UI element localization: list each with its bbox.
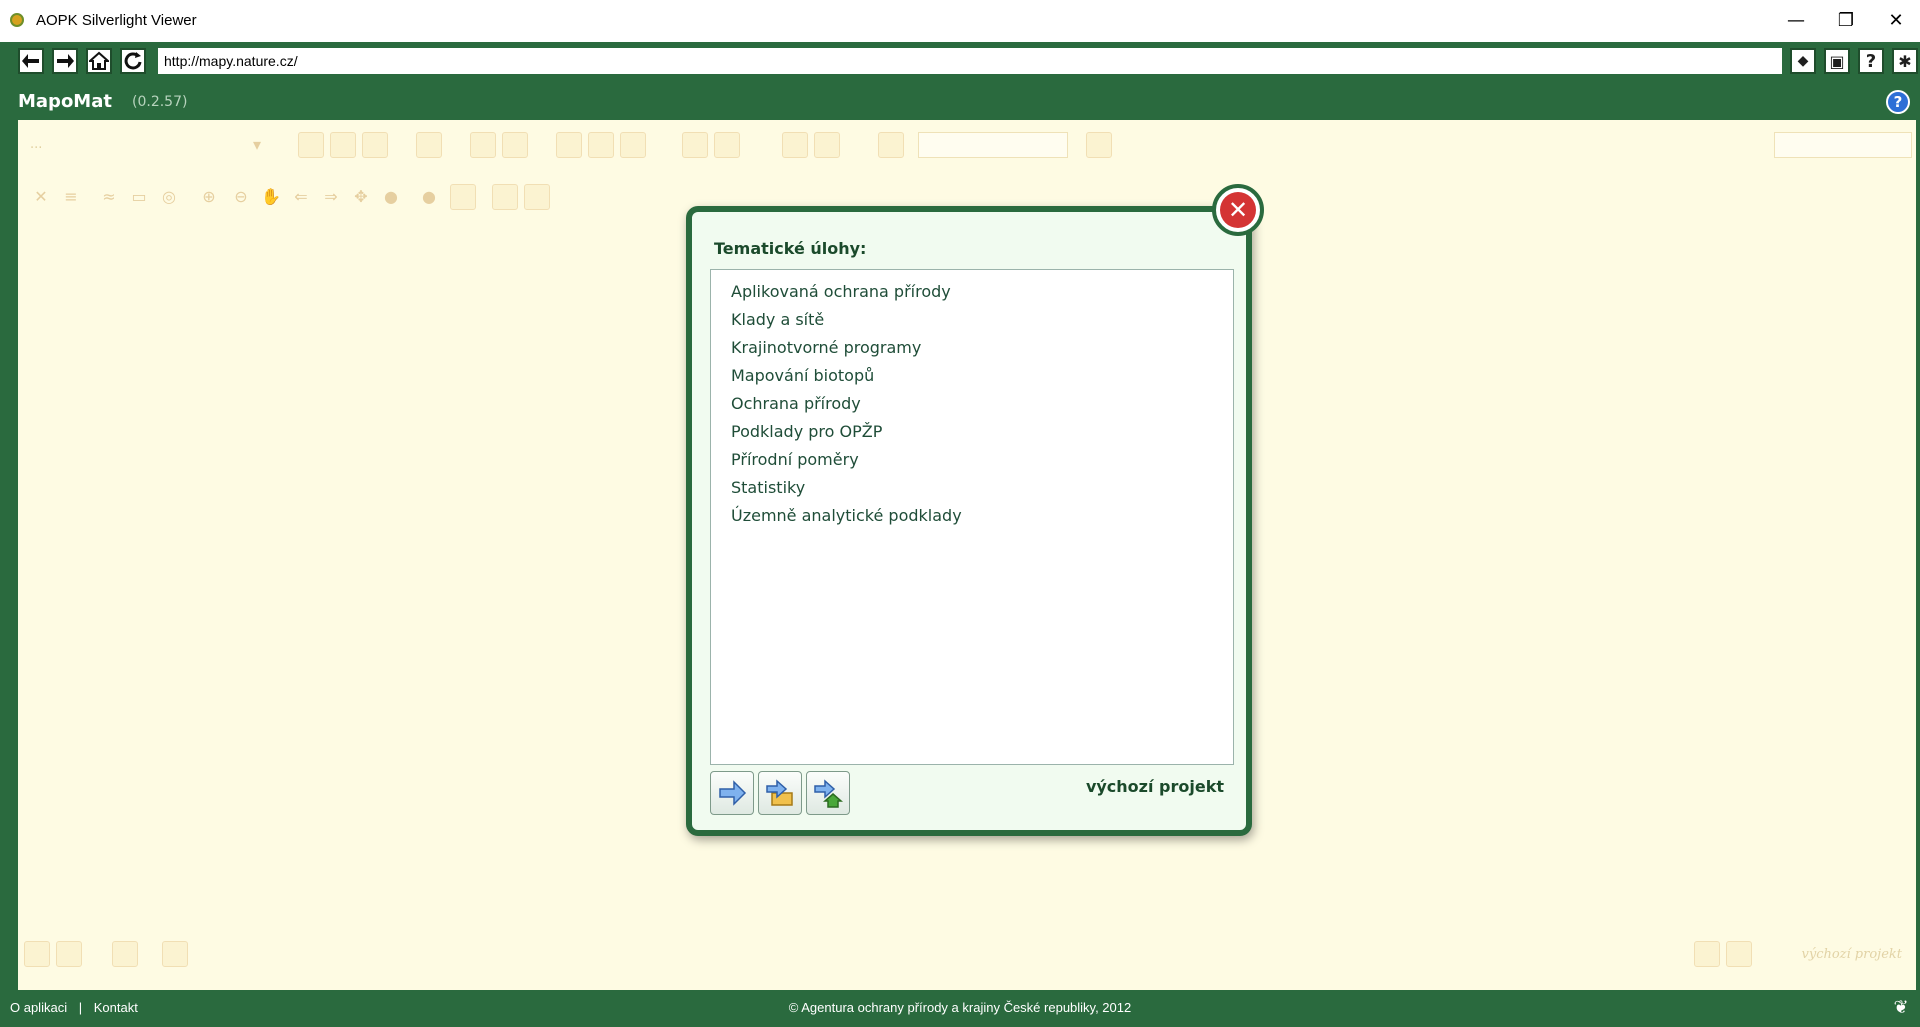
open-project-file-button[interactable]: [758, 771, 802, 815]
list-item[interactable]: Ochrana přírody: [711, 390, 1233, 418]
refresh-button[interactable]: [120, 48, 146, 74]
tool-icon: ≈: [102, 187, 116, 206]
tool-button[interactable]: [682, 132, 708, 158]
list-item[interactable]: Podklady pro OPŽP: [711, 418, 1233, 446]
map-toolbar-top: ... ▾: [18, 124, 1916, 162]
thematic-tasks-dialog: ✕ Tematické úlohy: Aplikovaná ochrana př…: [686, 184, 1264, 836]
tool-button[interactable]: [24, 941, 50, 967]
list-icon: ≡: [64, 187, 78, 206]
shp-tool-button[interactable]: [416, 132, 442, 158]
layer-select[interactable]: ...: [18, 132, 268, 158]
home-icon: [89, 51, 109, 70]
tool-button[interactable]: [502, 132, 528, 158]
minimize-button[interactable]: —: [1776, 6, 1816, 36]
window-close-button[interactable]: ✕: [1876, 6, 1916, 36]
settings-button[interactable]: ✱: [1892, 48, 1918, 74]
tool-button[interactable]: [714, 132, 740, 158]
arrow-left-icon: [22, 54, 39, 68]
list-item[interactable]: Územně analytické podklady: [711, 502, 1233, 530]
fullscreen-button[interactable]: ▣: [1824, 48, 1850, 74]
tool-button[interactable]: [878, 132, 904, 158]
pointer-icon: ◆: [1797, 53, 1809, 69]
tool-button[interactable]: [588, 132, 614, 158]
app-header: MapoMat (0.2.57) ?: [0, 84, 1920, 120]
close-icon: ✕: [1220, 192, 1256, 228]
scale-select[interactable]: [1774, 132, 1912, 158]
refresh-icon: [124, 52, 142, 70]
tool-button[interactable]: [814, 132, 840, 158]
tool-button[interactable]: [620, 132, 646, 158]
tool-button[interactable]: [162, 941, 188, 967]
default-project-link[interactable]: výchozí projekt: [1086, 777, 1224, 796]
forward-button[interactable]: [52, 48, 78, 74]
tool-button[interactable]: [362, 132, 388, 158]
frame-icon: ▣: [1829, 51, 1845, 71]
folder-icon: ▭: [131, 187, 147, 206]
open-task-button[interactable]: [710, 771, 754, 815]
print-button[interactable]: [1086, 132, 1112, 158]
home-arrow-icon: [814, 779, 843, 808]
gear-icon: ✱: [1898, 51, 1912, 71]
tool-button[interactable]: [470, 132, 496, 158]
nav-action-button[interactable]: ◆: [1790, 48, 1816, 74]
globe-icon: ●: [384, 187, 398, 206]
dialog-title: Tematické úlohy:: [714, 239, 867, 258]
help-circle-icon[interactable]: ?: [1886, 90, 1910, 114]
window-title: AOPK Silverlight Viewer: [36, 12, 197, 29]
back-button[interactable]: [18, 48, 44, 74]
browser-navbar: http://mapy.nature.cz/ ◆ ▣ ? ✱: [0, 42, 1920, 84]
default-project-link-faded[interactable]: výchozí projekt: [1802, 947, 1903, 962]
tool-button[interactable]: [782, 132, 808, 158]
copyright-text: © Agentura ochrany přírody a krajiny Čes…: [788, 1000, 1132, 1015]
url-input[interactable]: http://mapy.nature.cz/: [158, 48, 1782, 74]
tool-icon: ◎: [162, 187, 176, 206]
app-version: (0.2.57): [132, 94, 188, 110]
task-list: Aplikovaná ochrana přírody Klady a sítě …: [710, 269, 1234, 765]
tool-button[interactable]: [56, 941, 82, 967]
list-item[interactable]: Klady a sítě: [711, 306, 1233, 334]
delete-icon: ✕: [34, 187, 48, 206]
home-button[interactable]: [86, 48, 112, 74]
app-name: MapoMat: [18, 91, 112, 112]
tool-button[interactable]: [330, 132, 356, 158]
info-icon: ●: [422, 187, 436, 206]
folder-arrow-icon: [766, 779, 793, 806]
window-titlebar: AOPK Silverlight Viewer — ❐ ✕: [0, 0, 1920, 42]
tool-button[interactable]: [450, 184, 476, 210]
restore-button[interactable]: ❐: [1826, 6, 1866, 36]
dialog-close-button[interactable]: ✕: [1212, 184, 1264, 236]
footer: O aplikaci | Kontakt © Agentura ochrany …: [0, 990, 1920, 1027]
list-item[interactable]: Mapování biotopů: [711, 362, 1233, 390]
pan-icon: ✋: [261, 187, 281, 206]
full-extent-icon: ✥: [354, 187, 368, 206]
open-default-project-button[interactable]: [806, 771, 850, 815]
save-button[interactable]: [1694, 941, 1720, 967]
search-input[interactable]: [918, 132, 1068, 158]
question-icon: ?: [1865, 50, 1877, 72]
list-item[interactable]: Přírodní poměry: [711, 446, 1233, 474]
tool-button[interactable]: [524, 184, 550, 210]
back-extent-icon: ⇐: [294, 187, 308, 206]
bottom-toolbar: výchozí projekt: [18, 935, 1916, 975]
arrow-right-icon: [57, 54, 74, 68]
list-item[interactable]: Aplikovaná ochrana přírody: [711, 278, 1233, 306]
tool-button[interactable]: [112, 941, 138, 967]
chevron-down-icon: ▾: [252, 135, 262, 154]
tool-button[interactable]: [492, 184, 518, 210]
zoom-out-icon: ⊖: [234, 187, 248, 206]
zoom-in-icon: ⊕: [202, 187, 216, 206]
tool-button[interactable]: [556, 132, 582, 158]
home-project-button[interactable]: [1726, 941, 1752, 967]
list-item[interactable]: Krajinotvorné programy: [711, 334, 1233, 362]
list-item[interactable]: Statistiky: [711, 474, 1233, 502]
app-icon: [10, 13, 24, 27]
arrow-right-icon: [719, 780, 747, 806]
tool-button[interactable]: [298, 132, 324, 158]
help-button[interactable]: ?: [1858, 48, 1884, 74]
forward-extent-icon: ⇒: [324, 187, 338, 206]
aopk-logo-icon: ❦: [1893, 997, 1909, 1018]
